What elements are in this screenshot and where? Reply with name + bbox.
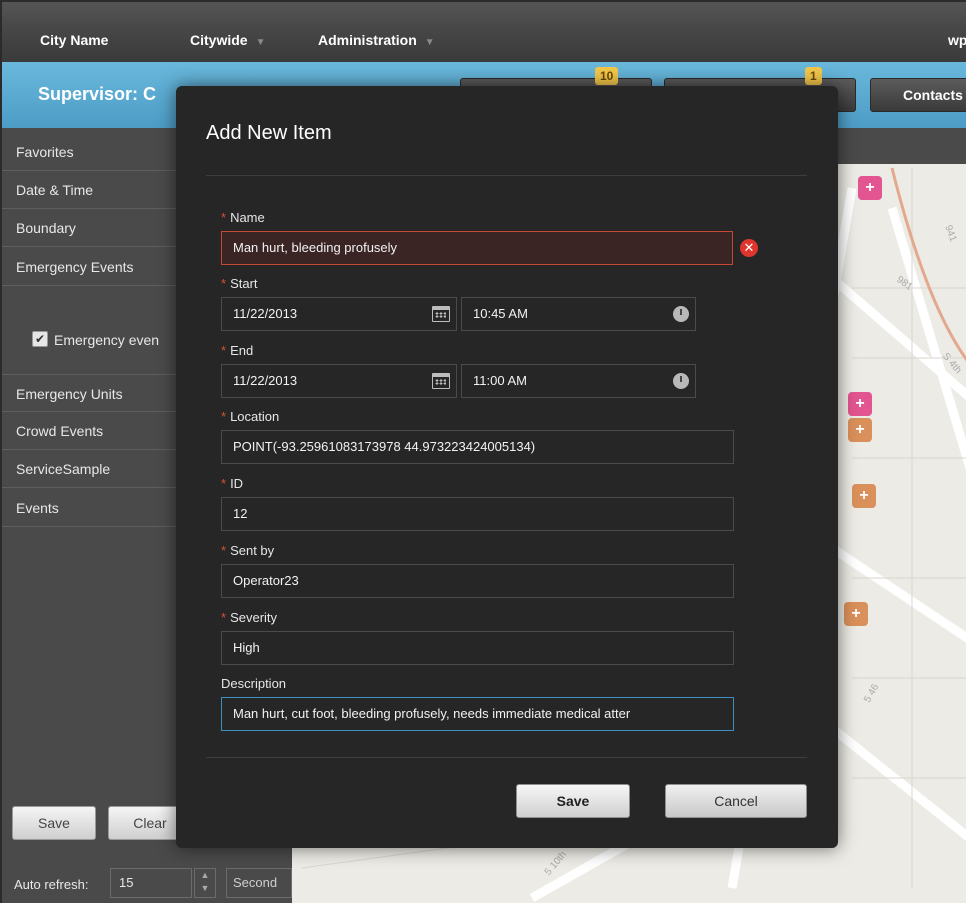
location-label: * Location	[221, 409, 279, 424]
location-field[interactable]: POINT(-93.25961083173978 44.973223424005…	[221, 430, 734, 464]
auto-refresh-stepper[interactable]: ▲ ▼	[194, 868, 216, 898]
medical-pin-icon[interactable]: +	[844, 602, 868, 626]
severity-label-text: Severity	[230, 610, 278, 625]
administration-menu[interactable]: Administration ▼	[318, 32, 435, 48]
name-label-text: Name	[230, 210, 265, 225]
severity-label: * Severity	[221, 610, 277, 625]
start-time-field[interactable]: 10:45 AM	[461, 297, 696, 331]
sent-by-label: * Sent by	[221, 543, 274, 558]
cancel-button[interactable]: Cancel	[665, 784, 807, 818]
start-label-text: Start	[230, 276, 258, 291]
count-badge: 10	[595, 67, 619, 85]
chevron-down-icon: ▼	[424, 37, 435, 48]
user-menu[interactable]: wp	[948, 32, 966, 48]
required-asterisk-icon: *	[221, 409, 227, 424]
sent-by-label-text: Sent by	[230, 543, 275, 558]
city-name-link[interactable]: City Name	[40, 32, 108, 48]
description-label: Description	[221, 676, 287, 691]
medical-pin-icon[interactable]: +	[848, 392, 872, 416]
end-time-field[interactable]: 11:00 AM	[461, 364, 696, 398]
id-label: * ID	[221, 476, 243, 491]
citywide-label: Citywide	[190, 32, 248, 48]
error-icon: ✕	[740, 239, 758, 257]
calendar-icon[interactable]	[432, 306, 450, 322]
app-window: City Name Citywide ▼ Administration ▼ wp S…	[0, 0, 966, 903]
end-label: * End	[221, 343, 253, 358]
checkmark-icon: ✔	[32, 331, 48, 348]
top-nav: City Name Citywide ▼ Administration ▼ wp	[0, 0, 966, 62]
description-field[interactable]: Man hurt, cut foot, bleeding profusely, …	[221, 697, 734, 731]
emergency-events-checkbox[interactable]: ✔ Emergency even	[32, 320, 159, 360]
calendar-icon[interactable]	[432, 373, 450, 389]
dialog-title: Add New Item	[206, 122, 332, 144]
medical-pin-icon[interactable]: +	[858, 176, 882, 200]
add-new-item-dialog: Add New Item * Name Man hurt, bleeding pr…	[176, 86, 838, 848]
id-label-text: ID	[230, 476, 244, 491]
end-date-field[interactable]: 11/22/2013	[221, 364, 457, 398]
auto-refresh-unit-select[interactable]: Second	[226, 868, 292, 898]
start-label: * Start	[221, 276, 258, 291]
auto-refresh-input[interactable]: 15	[110, 868, 192, 898]
contacts-button[interactable]: Contacts	[870, 78, 966, 112]
clock-icon[interactable]	[673, 373, 689, 389]
chevron-down-icon[interactable]: ▼	[195, 882, 215, 895]
chevron-up-icon[interactable]: ▲	[195, 869, 215, 882]
checkbox-label: Emergency even	[54, 332, 160, 348]
sent-by-field[interactable]: Operator23	[221, 564, 734, 598]
location-label-text: Location	[230, 409, 280, 424]
end-label-text: End	[230, 343, 254, 358]
id-field[interactable]: 12	[221, 497, 734, 531]
citywide-menu[interactable]: Citywide ▼	[190, 32, 265, 48]
severity-field[interactable]: High	[221, 631, 734, 665]
required-asterisk-icon: *	[221, 276, 227, 291]
name-label: * Name	[221, 210, 265, 225]
name-field[interactable]: Man hurt, bleeding profusely	[221, 231, 733, 265]
divider	[206, 175, 807, 176]
sidebar-save-button[interactable]: Save	[12, 806, 96, 840]
auto-refresh-label: Auto refresh:	[14, 877, 89, 892]
start-date-field[interactable]: 11/22/2013	[221, 297, 457, 331]
divider	[206, 757, 807, 758]
save-button[interactable]: Save	[516, 784, 630, 818]
clock-icon[interactable]	[673, 306, 689, 322]
required-asterisk-icon: *	[221, 343, 227, 358]
administration-label: Administration	[318, 32, 417, 48]
page-title: Supervisor: C	[38, 84, 157, 104]
required-asterisk-icon: *	[221, 610, 227, 625]
required-asterisk-icon: *	[221, 476, 227, 491]
medical-pin-icon[interactable]: +	[848, 418, 872, 442]
chevron-down-icon: ▼	[255, 37, 266, 48]
medical-pin-icon[interactable]: +	[852, 484, 876, 508]
count-badge: 1	[805, 67, 822, 85]
required-asterisk-icon: *	[221, 210, 227, 225]
required-asterisk-icon: *	[221, 543, 227, 558]
